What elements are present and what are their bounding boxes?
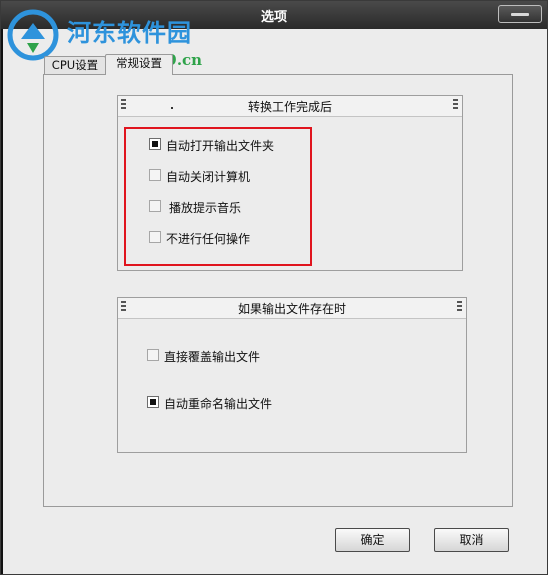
grip-icon [457,301,462,313]
group-title: 如果输出文件存在时 [237,302,346,316]
minimize-icon [511,13,529,16]
watermark-logo-icon [7,9,59,61]
options-dialog: 选项 河东软件园 www.pc0359.cn CPU设置 常规设置 转换工作完成… [0,0,548,575]
watermark-site-name: 河东软件园 [67,18,192,47]
minimize-button[interactable] [498,5,542,23]
tab-general-settings[interactable]: 常规设置 [105,54,173,75]
checkbox[interactable] [147,349,159,361]
option-label: 直接覆盖输出文件 [164,350,261,364]
option-label: 自动重命名输出文件 [164,397,273,411]
window-edge [1,29,3,574]
grip-icon [453,99,458,111]
cancel-button[interactable]: 取消 [434,528,509,552]
ok-button[interactable]: 确定 [335,528,410,552]
group-header: 转换工作完成后 [118,96,462,117]
tab-cpu-settings[interactable]: CPU设置 [44,56,106,75]
group-header: 如果输出文件存在时 [118,298,466,319]
highlight-box [124,127,312,266]
checkbox[interactable] [147,396,159,408]
output-exists-group: 如果输出文件存在时 直接覆盖输出文件 自动重命名输出文件 [117,297,467,453]
group-title: 转换工作完成后 [247,100,332,114]
